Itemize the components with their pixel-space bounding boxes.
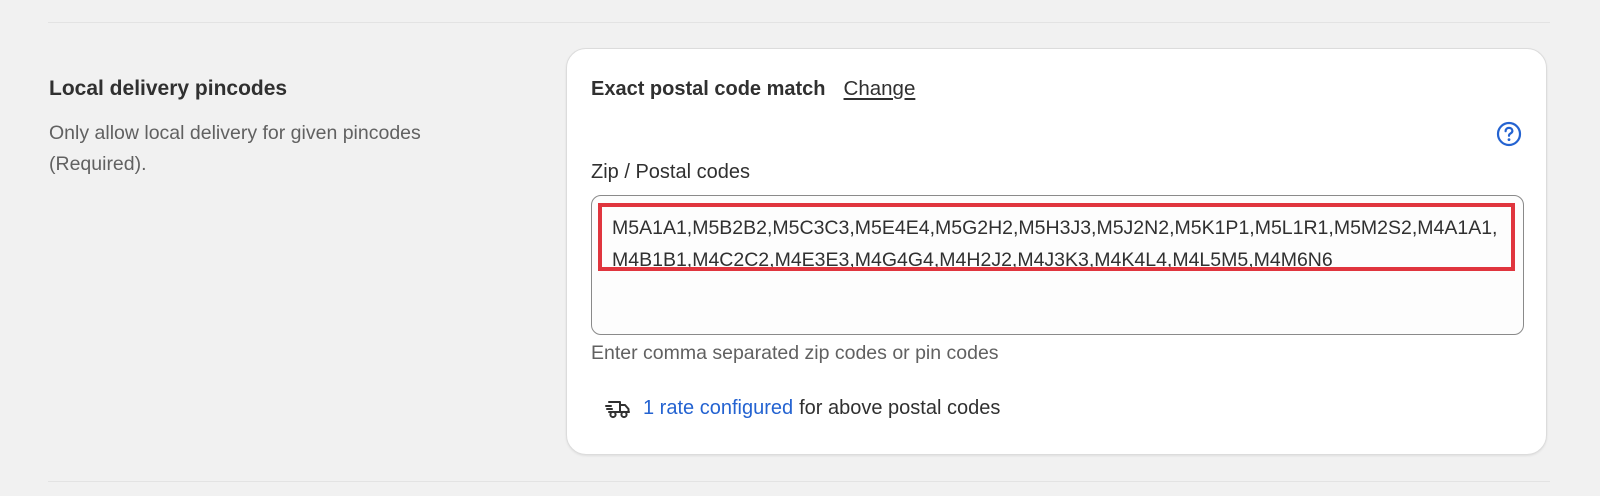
rate-configured-link[interactable]: 1 rate configured [643,397,793,420]
section-title: Local delivery pincodes [49,77,288,100]
postal-codes-card: Exact postal code match Change Zip / Pos… [566,48,1547,455]
delivery-truck-icon [605,398,631,420]
match-type-row: Exact postal code match Change [591,77,915,101]
zip-codes-textarea[interactable]: M5A1A1,M5B2B2,M5C3C3,M5E4E4,M5G2H2,M5H3J… [591,195,1524,335]
zip-codes-value[interactable]: M5A1A1,M5B2B2,M5C3C3,M5E4E4,M5G2H2,M5H3J… [598,203,1515,271]
section-description: Only allow local delivery for given pinc… [49,122,421,175]
divider-bottom [48,481,1550,482]
rate-configured-suffix: for above postal codes [799,397,1001,419]
section-info: Local delivery pincodes Only allow local… [49,76,519,180]
question-circle-icon[interactable] [1496,121,1522,147]
match-type-label: Exact postal code match [591,78,826,100]
divider-top [48,22,1550,23]
rate-configured-row: 1 rate configured for above postal codes [605,397,1000,420]
change-link[interactable]: Change [844,77,916,101]
settings-page: Local delivery pincodes Only allow local… [0,0,1600,496]
zip-codes-help-text: Enter comma separated zip codes or pin c… [591,342,999,364]
zip-codes-label: Zip / Postal codes [591,161,750,183]
